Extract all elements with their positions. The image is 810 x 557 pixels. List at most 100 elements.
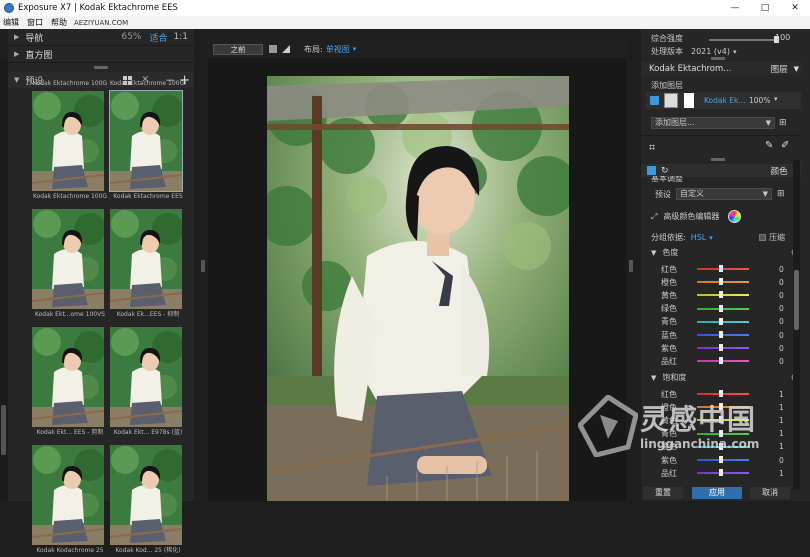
hue-value[interactable]: 0 — [779, 357, 784, 366]
color-tab[interactable]: 颜色 — [771, 165, 788, 177]
layers-tab[interactable]: 图层 — [771, 63, 788, 75]
panel-divider[interactable] — [711, 158, 725, 161]
hue-slider[interactable] — [697, 281, 749, 284]
clipping-triangle-icon[interactable] — [282, 45, 290, 53]
right-scrollbar[interactable] — [793, 160, 800, 490]
layer-item[interactable]: Kodak Ek... 100% ▾ — [646, 92, 801, 109]
main-photo[interactable] — [267, 76, 569, 501]
saturation-value[interactable]: 1 — [779, 469, 784, 478]
close-button[interactable]: ✕ — [780, 0, 810, 16]
compress-checkbox[interactable] — [759, 234, 766, 241]
preset-thumbnail[interactable]: Kodak Ekt...ome 100VS — [32, 209, 108, 321]
zoom-fit-button[interactable]: 适合 — [150, 31, 168, 44]
hue-value[interactable]: 0 — [779, 291, 784, 300]
collapse-triangle-icon: ▼ — [651, 248, 657, 257]
left-splitter-handle[interactable] — [201, 260, 205, 272]
preset-thumbnail[interactable]: Kodak Ek...EES - 抑制 — [110, 209, 186, 321]
panel-toggle-icon[interactable] — [647, 166, 656, 175]
menu-edit[interactable]: 编辑 — [3, 17, 19, 28]
apply-button[interactable]: 应用 — [692, 487, 742, 499]
hue-knob[interactable] — [719, 291, 723, 299]
navigation-panel-header[interactable]: ▶ 导航 65% 适合 1:1 — [8, 29, 194, 46]
maximize-button[interactable]: □ — [750, 0, 780, 16]
hue-knob[interactable] — [719, 304, 723, 312]
chevron-down-icon[interactable]: ▾ — [774, 95, 778, 103]
before-button[interactable]: 之前 — [213, 43, 263, 55]
hue-knob[interactable] — [719, 331, 723, 338]
layout-label: 布局: — [304, 44, 323, 54]
chevron-down-icon[interactable]: ▾ — [733, 48, 737, 56]
hue-section-label: 色度 — [662, 248, 679, 257]
layer-opacity[interactable]: 100% — [749, 96, 770, 105]
left-scrollbar[interactable] — [0, 60, 7, 501]
preset-thumbnail[interactable]: Kodak Ektachrome 100G — [32, 91, 108, 203]
right-scrollbar-thumb[interactable] — [794, 270, 799, 330]
hue-row: 蓝色 0 — [661, 329, 796, 341]
hue-knob[interactable] — [719, 344, 723, 352]
layout-dropdown[interactable]: 单视图 — [326, 44, 350, 55]
left-panel: ▶ 导航 65% 适合 1:1 ▶ 直方图 ▼ 预设 ✕ − + Kodak E… — [8, 29, 194, 554]
group-by-dropdown[interactable]: HSL — [691, 233, 707, 242]
hue-section-header[interactable]: ▼ 色度 ⟠ — [651, 247, 796, 258]
minimize-button[interactable]: — — [720, 0, 750, 16]
overall-strength-slider[interactable] — [709, 36, 779, 43]
layer-visibility-icon[interactable] — [650, 96, 659, 105]
menu-window[interactable]: 窗口 — [27, 17, 43, 28]
hue-slider[interactable] — [697, 268, 749, 270]
preset-thumbnail[interactable]: Kodak Kodachrome 25 — [32, 445, 108, 557]
right-splitter-handle[interactable] — [629, 260, 633, 272]
hue-value[interactable]: 0 — [779, 331, 784, 340]
preset-thumbnail-label: Kodak Ekt... E978s (蓝) — [113, 429, 183, 436]
panel-divider[interactable] — [711, 57, 725, 60]
preset-dropdown[interactable]: 自定义 ▼ — [676, 188, 772, 200]
hue-value[interactable]: 0 — [779, 278, 784, 287]
preset-thumbnail-label: Kodak Ektachrome 100G — [32, 193, 108, 200]
hue-knob[interactable] — [719, 265, 723, 272]
add-layer-dropdown[interactable]: 添加图层... ▼ — [651, 117, 775, 129]
reset-button[interactable]: 重置 — [643, 487, 683, 499]
hue-knob[interactable] — [719, 317, 723, 325]
hue-slider[interactable] — [697, 294, 749, 297]
preset-thumbnail[interactable]: Kodak Ekt... EES - 剪制 — [32, 327, 108, 439]
chevron-down-icon[interactable]: ▾ — [709, 234, 713, 242]
hue-value[interactable]: 0 — [779, 344, 784, 353]
preset-options-icon[interactable]: ⊞ — [777, 189, 785, 199]
saturation-section-header[interactable]: ▼ 饱和度 ⟠ — [651, 372, 796, 383]
preset-thumbnail[interactable]: Kodak Kod... 25 (稀化) — [110, 445, 186, 557]
reset-panel-icon[interactable]: ↻ — [661, 166, 669, 176]
left-scrollbar-thumb[interactable] — [1, 405, 6, 455]
chevron-down-icon[interactable]: ▾ — [353, 45, 357, 53]
menu-help[interactable]: 帮助 — [51, 17, 67, 28]
eyedropper-icon[interactable]: ✎ — [765, 140, 773, 151]
preset-thumbnail[interactable]: Kodak Ektachrome EES — [109, 90, 186, 203]
layer-options-icon[interactable]: ⊞ — [779, 118, 787, 128]
hue-value[interactable]: 0 — [779, 265, 784, 274]
crop-icon[interactable]: ⌗ — [649, 141, 655, 155]
saturation-slider[interactable] — [697, 472, 749, 475]
chevron-down-icon: ▼ — [762, 190, 768, 198]
hue-slider[interactable] — [697, 347, 749, 350]
hue-name: 蓝色 — [661, 330, 677, 340]
hue-slider[interactable] — [697, 334, 749, 336]
hue-slider[interactable] — [697, 320, 749, 323]
chevron-down-icon[interactable]: ▼ — [794, 65, 799, 73]
panel-divider[interactable] — [8, 63, 194, 72]
preset-thumbnail[interactable]: Kodak Ekt... E978s (蓝) — [110, 327, 186, 439]
brush-icon[interactable]: ✐ — [781, 140, 789, 151]
compare-square-icon[interactable] — [269, 45, 277, 53]
hue-value[interactable]: 0 — [779, 304, 784, 313]
hue-row: 红色 0 — [661, 263, 796, 275]
hue-slider[interactable] — [697, 360, 749, 363]
cancel-button[interactable]: 取消 — [750, 487, 790, 499]
hue-knob[interactable] — [719, 357, 723, 365]
hue-slider[interactable] — [697, 307, 749, 310]
process-version-dropdown[interactable]: 2021 (v4) — [691, 47, 730, 56]
hue-name: 品红 — [661, 356, 677, 366]
zoom-one-button[interactable]: 1:1 — [174, 32, 188, 42]
color-wheel-icon[interactable] — [728, 210, 741, 223]
hue-value[interactable]: 0 — [779, 317, 784, 326]
hue-knob[interactable] — [719, 278, 723, 286]
saturation-knob[interactable] — [719, 469, 723, 477]
menu-watermark: AEZIYUAN.COM — [74, 18, 129, 27]
histogram-panel-header[interactable]: ▶ 直方图 — [8, 46, 194, 63]
